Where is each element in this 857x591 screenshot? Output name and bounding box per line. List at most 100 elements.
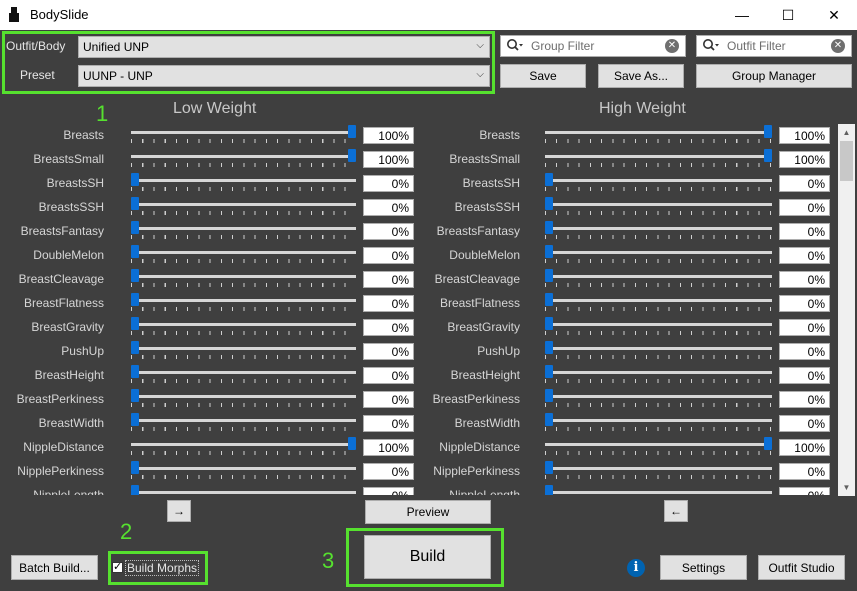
save-button[interactable]: Save — [500, 64, 586, 88]
high-slider-value[interactable]: 0% — [779, 367, 830, 384]
high-slider-track[interactable] — [545, 299, 772, 302]
settings-button[interactable]: Settings — [660, 555, 747, 580]
high-slider-thumb[interactable] — [545, 341, 553, 354]
low-slider-thumb[interactable] — [348, 437, 356, 450]
high-slider-thumb[interactable] — [764, 437, 772, 450]
high-slider-track[interactable] — [545, 347, 772, 350]
high-slider-value[interactable]: 0% — [779, 199, 830, 216]
high-slider-thumb[interactable] — [545, 221, 553, 234]
low-slider-track[interactable] — [131, 491, 356, 494]
build-morphs-checkbox[interactable]: ✓ — [112, 562, 123, 573]
low-slider-thumb[interactable] — [131, 197, 139, 210]
low-slider-thumb[interactable] — [348, 149, 356, 162]
high-slider-thumb[interactable] — [545, 461, 553, 474]
high-slider-track[interactable] — [545, 491, 772, 494]
high-slider-thumb[interactable] — [545, 293, 553, 306]
high-slider-value[interactable]: 0% — [779, 487, 830, 495]
high-slider-value[interactable]: 0% — [779, 175, 830, 192]
high-slider-value[interactable]: 0% — [779, 463, 830, 480]
high-slider-value[interactable]: 100% — [779, 151, 830, 168]
clear-icon[interactable]: ✕ — [831, 39, 845, 53]
low-slider-track[interactable] — [131, 299, 356, 302]
low-slider-track[interactable] — [131, 251, 356, 254]
outfit-studio-button[interactable]: Outfit Studio — [758, 555, 845, 580]
low-slider-thumb[interactable] — [348, 125, 356, 138]
high-slider-thumb[interactable] — [545, 269, 553, 282]
low-slider-thumb[interactable] — [131, 389, 139, 402]
high-slider-thumb[interactable] — [764, 125, 772, 138]
high-slider-track[interactable] — [545, 323, 772, 326]
low-slider-track[interactable] — [131, 443, 356, 446]
high-slider-value[interactable]: 0% — [779, 271, 830, 288]
high-slider-value[interactable]: 0% — [779, 319, 830, 336]
high-slider-thumb[interactable] — [545, 197, 553, 210]
high-slider-track[interactable] — [545, 395, 772, 398]
low-slider-track[interactable] — [131, 131, 356, 134]
group-filter-input[interactable]: Group Filter ✕ — [500, 35, 686, 57]
high-slider-value[interactable]: 0% — [779, 343, 830, 360]
high-slider-value[interactable]: 0% — [779, 247, 830, 264]
low-slider-thumb[interactable] — [131, 173, 139, 186]
high-slider-value[interactable]: 0% — [779, 295, 830, 312]
build-button[interactable]: Build — [364, 535, 491, 579]
low-slider-track[interactable] — [131, 371, 356, 374]
high-slider-thumb[interactable] — [545, 317, 553, 330]
slider-scrollbar[interactable]: ▲ ▼ — [838, 124, 855, 496]
low-slider-thumb[interactable] — [131, 317, 139, 330]
high-slider-track[interactable] — [545, 443, 772, 446]
high-slider-value[interactable]: 0% — [779, 415, 830, 432]
close-button[interactable]: ✕ — [811, 0, 857, 30]
build-morphs-label[interactable]: Build Morphs — [125, 560, 200, 576]
high-slider-track[interactable] — [545, 131, 772, 134]
low-slider-thumb[interactable] — [131, 293, 139, 306]
low-slider-track[interactable] — [131, 227, 356, 230]
high-slider-track[interactable] — [545, 467, 772, 470]
high-slider-thumb[interactable] — [545, 365, 553, 378]
low-slider-track[interactable] — [131, 323, 356, 326]
low-slider-thumb[interactable] — [131, 221, 139, 234]
outfit-filter-input[interactable]: Outfit Filter ✕ — [696, 35, 852, 57]
low-slider-thumb[interactable] — [131, 245, 139, 258]
preview-button[interactable]: Preview — [365, 500, 491, 524]
high-slider-track[interactable] — [545, 179, 772, 182]
high-slider-thumb[interactable] — [545, 173, 553, 186]
clear-icon[interactable]: ✕ — [665, 39, 679, 53]
low-slider-thumb[interactable] — [131, 341, 139, 354]
low-slider-thumb[interactable] — [131, 269, 139, 282]
copy-high-to-low-button[interactable]: ← — [664, 500, 688, 522]
maximize-button[interactable]: ☐ — [765, 0, 811, 30]
low-slider-track[interactable] — [131, 203, 356, 206]
high-slider-thumb[interactable] — [764, 149, 772, 162]
high-slider-thumb[interactable] — [545, 245, 553, 258]
group-manager-button[interactable]: Group Manager — [696, 64, 852, 88]
info-icon[interactable]: i — [627, 559, 645, 577]
low-slider-track[interactable] — [131, 155, 356, 158]
low-slider-track[interactable] — [131, 467, 356, 470]
low-slider-track[interactable] — [131, 419, 356, 422]
low-slider-thumb[interactable] — [131, 365, 139, 378]
high-slider-value[interactable]: 0% — [779, 223, 830, 240]
low-slider-track[interactable] — [131, 275, 356, 278]
high-slider-track[interactable] — [545, 251, 772, 254]
high-slider-track[interactable] — [545, 419, 772, 422]
scroll-down-icon[interactable]: ▼ — [838, 479, 855, 496]
high-slider-track[interactable] — [545, 203, 772, 206]
scroll-up-icon[interactable]: ▲ — [838, 124, 855, 141]
scrollbar-thumb[interactable] — [840, 141, 853, 181]
low-slider-track[interactable] — [131, 179, 356, 182]
high-slider-value[interactable]: 100% — [779, 127, 830, 144]
low-slider-thumb[interactable] — [131, 461, 139, 474]
high-slider-thumb[interactable] — [545, 413, 553, 426]
minimize-button[interactable]: — — [719, 0, 765, 30]
high-slider-value[interactable]: 0% — [779, 391, 830, 408]
high-slider-thumb[interactable] — [545, 389, 553, 402]
high-slider-thumb[interactable] — [545, 485, 553, 495]
low-slider-thumb[interactable] — [131, 413, 139, 426]
copy-low-to-high-button[interactable]: → — [167, 500, 191, 522]
low-slider-track[interactable] — [131, 347, 356, 350]
save-as-button[interactable]: Save As... — [598, 64, 684, 88]
batch-build-button[interactable]: Batch Build... — [11, 555, 98, 580]
high-slider-value[interactable]: 100% — [779, 439, 830, 456]
high-slider-track[interactable] — [545, 227, 772, 230]
high-slider-track[interactable] — [545, 275, 772, 278]
